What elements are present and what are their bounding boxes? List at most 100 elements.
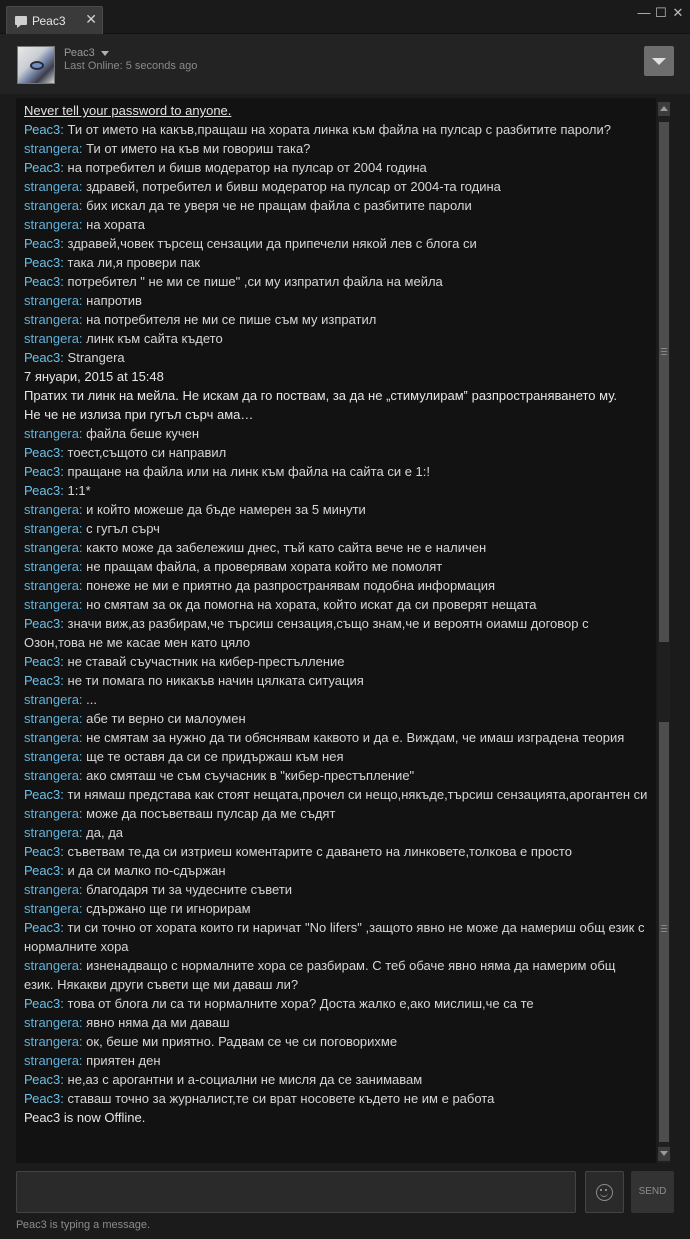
emoticon-button[interactable] [585, 1171, 624, 1213]
emoticon-icon [596, 1184, 613, 1201]
message-sender[interactable]: strangera [24, 578, 79, 593]
message-sender[interactable]: Реас3 [24, 160, 60, 175]
message-sender[interactable]: strangera [24, 597, 79, 612]
chat-message: Реас3: тоест,същото си направил [24, 445, 227, 460]
message-sender[interactable]: strangera [24, 825, 79, 840]
chat-log-panel[interactable]: Never tell your password to anyone. Реас… [16, 98, 656, 1163]
minimize-icon[interactable]: — [636, 5, 652, 20]
message-sender[interactable]: strangera [24, 141, 79, 156]
message-sender[interactable]: strangera [24, 293, 79, 308]
message-sender[interactable]: Реас3 [24, 274, 60, 289]
chat-message: strangera: Ти от името на къв ми говориш… [24, 141, 311, 156]
close-window-icon[interactable]: ✕ [670, 5, 686, 21]
message-sender[interactable]: Реас3 [24, 996, 60, 1011]
message-text: благодаря ти за чудесните съвети [86, 882, 293, 897]
message-sender[interactable]: Реас3 [24, 673, 60, 688]
chat-message: Реас3: това от блога ли са ти нормалните… [24, 996, 534, 1011]
message-sender[interactable]: strangera [24, 217, 79, 232]
message-text: файла беше кучен [86, 426, 200, 441]
chat-log: Never tell your password to anyone. Реас… [16, 98, 656, 1127]
message-text: не пращам файла, а проверявам хората кой… [86, 559, 443, 574]
chat-message: strangera: ... [24, 692, 97, 707]
message-sender[interactable]: strangera [24, 502, 79, 517]
avatar[interactable] [17, 46, 55, 84]
chat-message: strangera: както може да забележиш днес,… [24, 540, 487, 555]
chat-message: strangera: файла беше кучен [24, 426, 200, 441]
message-text: потребител " не ми се пише" ,си му изпра… [67, 274, 443, 289]
message-sender[interactable]: strangera [24, 1053, 79, 1068]
message-sender[interactable]: strangera [24, 692, 79, 707]
message-text: тоест,същото си направил [67, 445, 227, 460]
message-text: ставаш точно за журналист,те си врат нос… [67, 1091, 495, 1106]
title-bar: Реас3 ✕ — ☐ ✕ [0, 0, 690, 34]
message-text: ок, беше ми приятно. Радвам се че си пог… [86, 1034, 398, 1049]
scroll-thumb-upper[interactable] [659, 122, 669, 642]
message-sender[interactable]: Реас3 [24, 464, 60, 479]
chat-message: strangera: на хората [24, 217, 145, 232]
message-sender[interactable]: strangera [24, 1034, 79, 1049]
chat-message: Реас3: ставаш точно за журналист,те си в… [24, 1091, 495, 1106]
message-text: Пратих ти линк на мейла. Не искам да го … [24, 388, 618, 403]
friend-status: Last Online: 5 seconds ago [64, 60, 198, 72]
message-text: изненадващо с нормалните хора се разбира… [24, 958, 616, 992]
chat-message: strangera: и който можеше да бъде намере… [24, 502, 366, 517]
message-text: линк към сайта където [86, 331, 223, 346]
message-sender[interactable]: strangera [24, 882, 79, 897]
message-text: пращане на файла или на линк към файла н… [67, 464, 430, 479]
message-sender[interactable]: Реас3 [24, 122, 60, 137]
message-sender[interactable]: strangera [24, 540, 79, 555]
chat-options-button[interactable] [644, 46, 674, 76]
message-text: напротив [86, 293, 142, 308]
message-sender[interactable]: strangera [24, 1015, 79, 1030]
message-sender[interactable]: strangera [24, 521, 79, 536]
message-sender[interactable]: strangera [24, 198, 79, 213]
message-sender[interactable]: Реас3 [24, 844, 60, 859]
message-sender[interactable]: Реас3 [24, 920, 60, 935]
message-sender[interactable]: Реас3 [24, 350, 60, 365]
message-sender[interactable]: strangera [24, 806, 79, 821]
message-sender[interactable]: strangera [24, 958, 79, 973]
chat-tab[interactable]: Реас3 ✕ [6, 6, 103, 34]
message-sender[interactable]: Реас3 [24, 255, 60, 270]
message-sender[interactable]: strangera [24, 179, 79, 194]
chat-message: strangera: ще те оставя да си се придърж… [24, 749, 344, 764]
chat-message: strangera: изненадващо с нормалните хора… [24, 958, 616, 992]
message-sender[interactable]: Реас3 [24, 1091, 60, 1106]
message-sender[interactable]: strangera [24, 730, 79, 745]
chat-message: Реас3: потребител " не ми се пише" ,си м… [24, 274, 443, 289]
maximize-icon[interactable]: ☐ [653, 5, 669, 21]
message-text: ако смяташ че съм съучасник в "кибер-пре… [86, 768, 415, 783]
message-sender[interactable]: strangera [24, 312, 79, 327]
friend-name-row[interactable]: Реас3 [64, 47, 109, 59]
scroll-up-icon[interactable] [658, 102, 670, 116]
message-sender[interactable]: Реас3 [24, 787, 60, 802]
message-sender[interactable]: Реас3 [24, 483, 60, 498]
message-sender[interactable]: Реас3 [24, 1072, 60, 1087]
scroll-thumb-lower[interactable] [659, 722, 669, 1142]
message-sender[interactable]: strangera [24, 901, 79, 916]
chevron-down-icon[interactable] [100, 50, 109, 56]
message-sender[interactable]: Реас3 [24, 236, 60, 251]
message-sender[interactable]: Реас3 [24, 616, 60, 631]
close-tab-icon[interactable]: ✕ [85, 11, 97, 28]
message-input[interactable] [16, 1171, 576, 1213]
scrollbar[interactable] [658, 102, 670, 1163]
message-sender[interactable]: Реас3 [24, 863, 60, 878]
send-button[interactable]: SEND [631, 1171, 674, 1213]
message-sender[interactable]: Реас3 [24, 654, 60, 669]
message-text: значи виж,аз разбирам,че търсиш сензация… [24, 616, 589, 650]
message-sender[interactable]: strangera [24, 559, 79, 574]
message-sender[interactable]: strangera [24, 426, 79, 441]
chat-message: Реас3: пращане на файла или на линк към … [24, 464, 430, 479]
message-sender[interactable]: strangera [24, 768, 79, 783]
message-text: Не че не излиза при гугъл сърч ама… [24, 407, 254, 422]
chat-message: strangera: благодаря ти за чудесните съв… [24, 882, 293, 897]
message-sender[interactable]: strangera [24, 749, 79, 764]
message-sender[interactable]: strangera [24, 711, 79, 726]
message-text: както може да забележиш днес, тъй като с… [86, 540, 487, 555]
avatar-image [30, 61, 44, 70]
message-sender[interactable]: strangera [24, 331, 79, 346]
message-sender[interactable]: Реас3 [24, 445, 60, 460]
chat-message: strangera: бих искал да те уверя че не п… [24, 198, 472, 213]
scroll-down-icon[interactable] [658, 1147, 670, 1161]
